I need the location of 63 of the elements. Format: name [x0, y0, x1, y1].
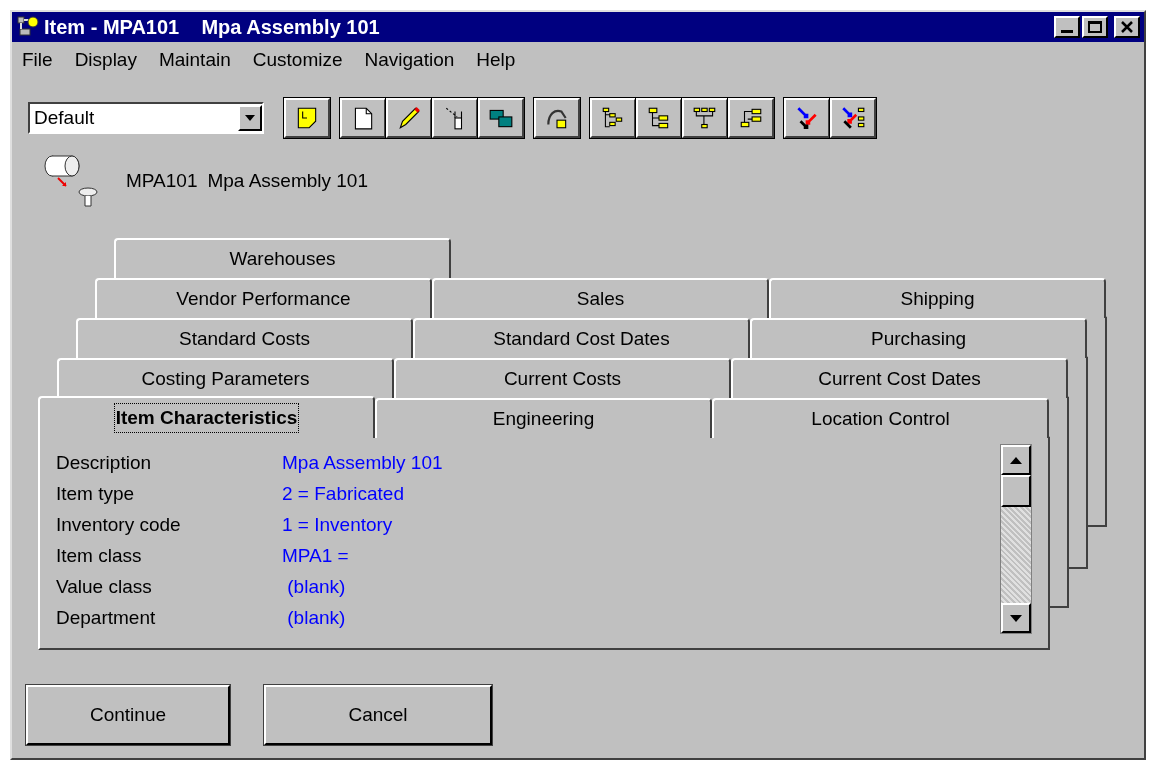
- close-button[interactable]: [1114, 16, 1140, 38]
- tab[interactable]: Vendor Performance: [95, 278, 432, 318]
- field-label: Item type: [56, 482, 136, 506]
- window-title: Item - MPA101 Mpa Assembly 101: [44, 15, 380, 40]
- menu-item[interactable]: Maintain: [158, 45, 231, 75]
- toolbar-button[interactable]: [386, 98, 432, 138]
- menu-item[interactable]: Help: [476, 45, 516, 75]
- arrows-tree-icon: [840, 105, 866, 131]
- tab[interactable]: Location Control: [712, 398, 1049, 438]
- tab[interactable]: Standard Cost Dates: [413, 318, 750, 358]
- toolbar-button[interactable]: [340, 98, 386, 138]
- item-code: MPA101: [126, 168, 198, 193]
- tab[interactable]: Purchasing: [750, 318, 1087, 358]
- up-arrow-icon: [1010, 456, 1022, 464]
- scroll-thumb[interactable]: [1001, 475, 1031, 507]
- toolbar-button[interactable]: [682, 98, 728, 138]
- menu-item[interactable]: Display: [74, 45, 137, 75]
- toolbar-button[interactable]: [478, 98, 524, 138]
- menu-item[interactable]: Navigation: [364, 45, 455, 75]
- menu-item[interactable]: Customize: [252, 45, 343, 75]
- scroll-up-button[interactable]: [1001, 445, 1031, 475]
- tab[interactable]: Item Characteristics: [38, 396, 375, 438]
- toolbar-button[interactable]: [784, 98, 830, 138]
- tab[interactable]: Standard Costs: [76, 318, 413, 358]
- field-value: (blank): [286, 606, 347, 630]
- pencil-icon: [396, 105, 422, 131]
- org-chart-icon: [692, 105, 718, 131]
- field-value: Mpa Assembly 101: [282, 451, 444, 475]
- tab[interactable]: Shipping: [769, 278, 1106, 318]
- field-label: Description: [56, 451, 153, 475]
- view-dropdown[interactable]: Default: [28, 102, 264, 134]
- toolbar-button[interactable]: [590, 98, 636, 138]
- field-value: 2 = Fabricated: [282, 482, 405, 506]
- down-arrow-icon: [1010, 614, 1022, 622]
- field-value: 1 = Inventory: [282, 513, 394, 537]
- toolbar-button[interactable]: [636, 98, 682, 138]
- scroll-down-button[interactable]: [1001, 603, 1031, 633]
- menu-item[interactable]: File: [22, 45, 53, 75]
- tab[interactable]: Current Costs: [394, 358, 731, 398]
- tab[interactable]: Costing Parameters: [57, 358, 394, 398]
- field-value: MPA1 =: [282, 544, 350, 568]
- tab[interactable]: Engineering: [375, 398, 712, 438]
- app-icon: [16, 15, 40, 39]
- field-label: Inventory code: [56, 513, 182, 537]
- close-icon: [1121, 21, 1133, 33]
- minimize-button[interactable]: [1054, 16, 1080, 38]
- field-label: Value class: [56, 575, 153, 599]
- field-label: Department: [56, 606, 157, 630]
- toolbar-button[interactable]: [432, 98, 478, 138]
- item-name: Mpa Assembly 101: [207, 168, 368, 193]
- maximize-button[interactable]: [1082, 16, 1108, 38]
- dialog-button[interactable]: Cancel: [264, 685, 492, 745]
- tab[interactable]: Current Cost Dates: [731, 358, 1068, 398]
- tab[interactable]: Warehouses: [114, 238, 451, 278]
- dialog-button[interactable]: Continue: [26, 685, 230, 745]
- field-label: Item class: [56, 544, 143, 568]
- vertical-scrollbar[interactable]: [1000, 444, 1032, 634]
- field-value: (blank): [286, 575, 347, 599]
- toolbar-button[interactable]: [728, 98, 774, 138]
- tab[interactable]: Sales: [432, 278, 769, 318]
- toolbar-button[interactable]: [534, 98, 580, 138]
- toolbar-button[interactable]: [284, 98, 330, 138]
- toolbar-button[interactable]: [830, 98, 876, 138]
